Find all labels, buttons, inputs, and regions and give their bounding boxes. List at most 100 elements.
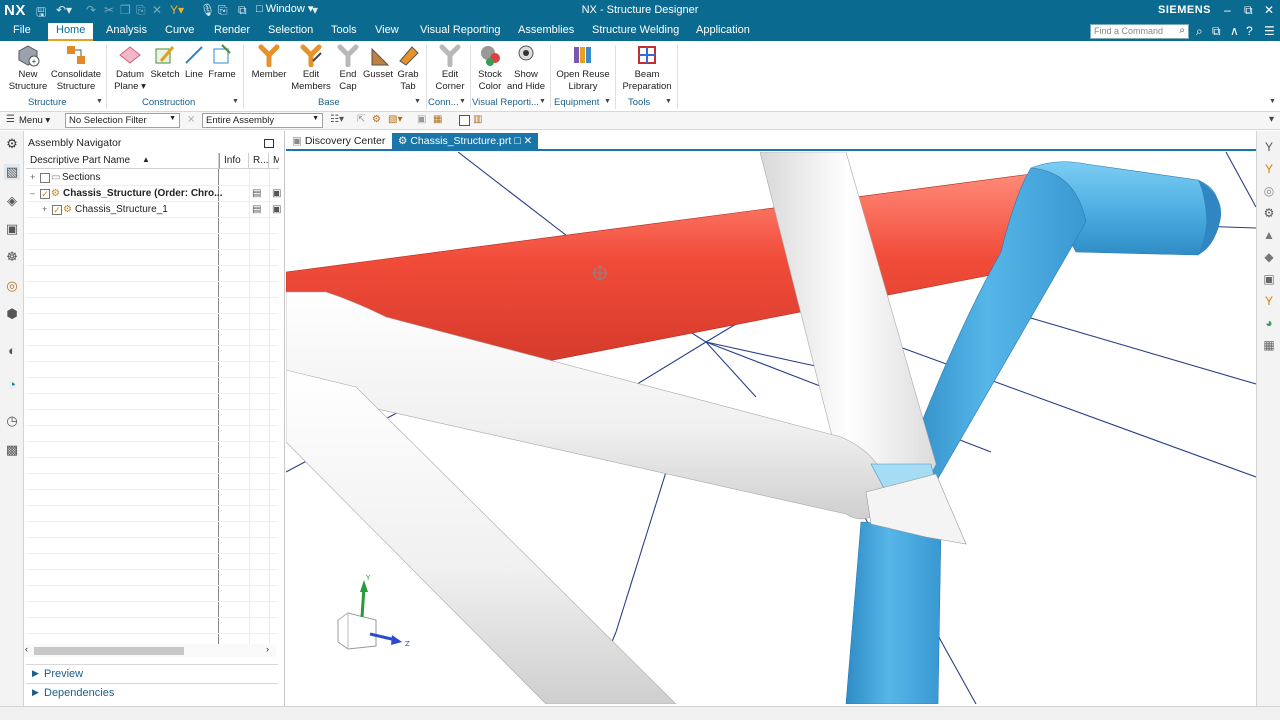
chevron-down-icon[interactable]: ▼ (459, 98, 466, 105)
chevron-down-icon[interactable]: ▼ (539, 98, 546, 105)
column-read-only[interactable]: R... (249, 153, 269, 169)
roles-icon[interactable]: ▩ (4, 442, 20, 458)
settings-icon[interactable]: ⚙ (1261, 205, 1277, 221)
member-orange-icon[interactable]: Y (1261, 293, 1277, 309)
fullscreen-icon[interactable]: ⧉ (1212, 24, 1221, 39)
close-tab-icon[interactable]: ✕ (524, 135, 533, 147)
beam-preparation-button[interactable]: Beam Preparation (620, 43, 674, 93)
minimize-icon[interactable]: – (1224, 3, 1231, 17)
stock-color-icon[interactable]: ◕ (1261, 315, 1277, 331)
menu-render[interactable]: Render (214, 24, 250, 36)
column-info[interactable]: Info (219, 153, 249, 169)
tab-discovery-center[interactable]: ▣ Discovery Center (286, 133, 391, 151)
hd3d-icon[interactable]: ⬢ (4, 306, 20, 322)
consolidate-structure-button[interactable]: Consolidate Structure (50, 43, 102, 93)
dependencies-panel-toggle[interactable]: ▶ Dependencies (26, 683, 278, 701)
search-icon[interactable]: ⌕ (1196, 24, 1203, 39)
menu-button[interactable]: Menu ▾ (19, 115, 50, 126)
edit-corner-button[interactable]: Edit Corner (432, 43, 468, 93)
part-navigator-icon[interactable]: ▣ (4, 221, 20, 237)
reuse-icon[interactable]: ▦ (1261, 337, 1277, 353)
edit-member-tool-icon[interactable]: Y (1261, 161, 1277, 177)
show-and-hide-button[interactable]: Show and Hide (506, 43, 546, 93)
tree-row-sections[interactable]: + ▭ Sections (26, 170, 278, 186)
structure-navigator-icon[interactable]: ◎ (4, 278, 20, 294)
selection-filter-select[interactable]: No Selection Filter ▼ (65, 113, 180, 128)
chevron-down-icon[interactable]: ▼ (96, 98, 103, 105)
menu-curve[interactable]: Curve (165, 24, 194, 36)
grab-tab-button[interactable]: Grab Tab (394, 43, 422, 93)
column-descriptive-part-name[interactable]: Descriptive Part Name ▲ (26, 153, 219, 169)
chevron-down-icon[interactable]: ▼ (414, 98, 421, 105)
settings-icon[interactable]: ⚙ (4, 136, 20, 152)
hide-icon[interactable]: ◎ (1261, 183, 1277, 199)
pin-icon[interactable]: □ (514, 135, 520, 147)
scroll-right-icon[interactable]: › (266, 644, 269, 654)
feature-icon[interactable]: ⚙ (372, 114, 381, 125)
end-cap-button[interactable]: End Cap (334, 43, 362, 93)
menu-view[interactable]: View (375, 24, 399, 36)
assembly-navigator-icon[interactable]: ▧ (4, 164, 20, 180)
horizontal-scrollbar[interactable]: ‹ › (24, 644, 276, 657)
restore-icon[interactable]: ⧉ (1244, 3, 1253, 18)
reuse-library-icon[interactable]: ☸ (4, 249, 20, 265)
view-icon[interactable]: ▲ (1261, 227, 1277, 243)
menu-application[interactable]: Application (696, 24, 750, 36)
select-icon[interactable]: ⇱ (357, 114, 365, 125)
face-icon[interactable]: ▣ (417, 114, 426, 125)
filter-icon[interactable]: ⨯ (187, 114, 195, 125)
close-icon[interactable]: ✕ (1264, 3, 1274, 17)
open-reuse-library-button[interactable]: Open Reuse Library (556, 43, 610, 93)
menu-home[interactable]: Home (48, 23, 94, 41)
menu-file[interactable]: File (13, 24, 31, 36)
clock-icon[interactable]: ◷ (4, 413, 20, 429)
scope-select[interactable]: Entire Assembly ▼ (202, 113, 323, 128)
constraint-navigator-icon[interactable]: ◈ (4, 193, 20, 209)
edit-members-button[interactable]: Edit Members (290, 43, 332, 93)
shade-icon[interactable]: ◆ (1261, 249, 1277, 265)
tree-row-chassis-structure[interactable]: – ✓ ⚙ Chassis_Structure (Order: Chro... … (26, 186, 281, 202)
blue-member-vertical[interactable] (845, 521, 942, 704)
checkbox-icon[interactable] (40, 173, 50, 183)
graphics-window[interactable]: Y Z (286, 152, 1256, 704)
checkbox-checked-icon[interactable]: ✓ (52, 205, 62, 215)
scrollbar-thumb[interactable] (34, 647, 184, 655)
web-browser-icon[interactable]: ◐ (4, 343, 20, 359)
checkbox-checked-icon[interactable]: ✓ (40, 189, 50, 199)
stock-color-button[interactable]: Stock Color (474, 43, 506, 93)
snapshot-icon[interactable]: ▣ (1261, 271, 1277, 287)
highlight-icon[interactable]: ▥ (473, 114, 482, 125)
3d-model-view[interactable]: Y Z (286, 152, 1256, 704)
datum-plane-button[interactable]: Datum Plane ▾ (112, 43, 148, 93)
body-icon[interactable]: ▧▾ (388, 114, 402, 125)
new-structure-button[interactable]: + New Structure (6, 43, 50, 93)
collapse-ribbon-icon[interactable]: ∧ (1230, 24, 1239, 38)
chevron-down-icon[interactable]: ▼ (604, 98, 611, 105)
menu-icon[interactable]: ☰ (6, 114, 15, 125)
help-icon[interactable]: ? (1246, 24, 1253, 38)
find-command-input[interactable]: Find a Command ⌕ (1090, 24, 1189, 39)
line-button[interactable]: Line (182, 43, 206, 81)
expand-icon[interactable]: + (42, 204, 47, 214)
preview-panel-toggle[interactable]: ▶ Preview (26, 664, 278, 682)
member-button[interactable]: Member (250, 43, 288, 81)
collapse-icon[interactable]: – (30, 188, 35, 198)
tree-row-chassis-structure-1[interactable]: + ✓ ⚙ Chassis_Structure_1 ▤ ▣ (26, 202, 281, 218)
tab-chassis-structure[interactable]: ⚙ Chassis_Structure.prt □ ✕ (392, 133, 539, 151)
sketch-button[interactable]: Sketch (148, 43, 182, 81)
column-modified[interactable]: M (269, 153, 279, 169)
frame-button[interactable]: Frame (206, 43, 238, 81)
chevron-down-icon[interactable]: ▼ (665, 98, 672, 105)
menu-analysis[interactable]: Analysis (106, 24, 147, 36)
component-icon[interactable]: ▦ (433, 114, 442, 125)
menu-tools[interactable]: Tools (331, 24, 357, 36)
scroll-left-icon[interactable]: ‹ (25, 644, 28, 654)
menu-selection[interactable]: Selection (268, 24, 313, 36)
snap-icon[interactable]: ☷▾ (330, 114, 344, 125)
ribbon-options-icon[interactable]: ▼ (1269, 98, 1276, 105)
menu-assemblies[interactable]: Assemblies (518, 24, 574, 36)
menu-structure-welding[interactable]: Structure Welding (592, 24, 679, 36)
menu-visual-reporting[interactable]: Visual Reporting (420, 24, 501, 36)
checkbox-icon[interactable] (459, 115, 470, 126)
maximize-panel-icon[interactable] (264, 139, 274, 148)
